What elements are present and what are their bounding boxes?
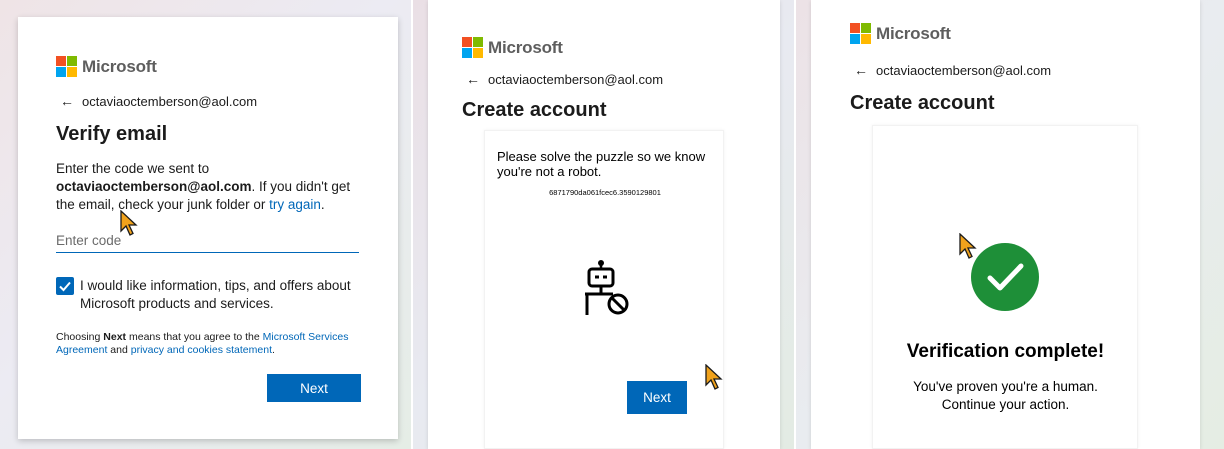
back-arrow-icon[interactable]: ←	[466, 71, 480, 87]
terms-prefix: Choosing	[56, 331, 101, 343]
puzzle-next-button[interactable]: Next	[627, 381, 687, 414]
marketing-checkbox[interactable]	[56, 277, 74, 295]
next-button[interactable]: Next	[267, 374, 361, 402]
account-email: octaviaoctemberson@aol.com	[876, 62, 1052, 78]
robot-blocked-icon	[585, 260, 629, 315]
verification-complete-card: Microsoft ← octaviaoctemberson@aol.com C…	[811, 0, 1200, 449]
terms-text: Choosing Next means that you agree to th…	[56, 331, 356, 357]
puzzle-frame: Please solve the puzzle so we know you'r…	[484, 130, 724, 449]
verification-title: Verification complete!	[906, 341, 1105, 362]
desc-email: octaviaoctemberson@aol.com	[56, 179, 252, 194]
terms-middle: means that you agree to the	[128, 331, 260, 343]
back-arrow-icon[interactable]: ←	[854, 62, 868, 78]
page-title: Create account	[462, 99, 607, 121]
logo-text: Microsoft	[876, 23, 951, 43]
marketing-checkbox-label: I would like information, tips, and offe…	[80, 278, 351, 311]
puzzle-card: Microsoft ← octaviaoctemberson@aol.com C…	[428, 0, 780, 449]
desc-end: .	[320, 197, 325, 212]
logo-text: Microsoft	[82, 56, 157, 76]
puzzle-session-id: 6871790da061fcec6.3590129801	[549, 188, 661, 197]
microsoft-logo: Microsoft	[850, 23, 951, 44]
page-title: Create account	[850, 92, 995, 114]
back-row: ← octaviaoctemberson@aol.com	[854, 62, 1051, 78]
try-again-link[interactable]: try again	[269, 197, 321, 212]
code-input[interactable]	[56, 229, 359, 253]
microsoft-logo: Microsoft	[56, 56, 157, 77]
terms-and: and	[110, 344, 128, 356]
desc-prefix: Enter the code we sent to	[56, 161, 210, 176]
account-email: octaviaoctemberson@aol.com	[82, 93, 258, 109]
back-arrow-icon[interactable]: ←	[60, 93, 74, 109]
microsoft-logo-icon	[850, 23, 871, 44]
account-email: octaviaoctemberson@aol.com	[488, 71, 664, 87]
mouse-cursor-icon	[705, 364, 723, 390]
puzzle-instruction: Please solve the puzzle so we know you'r…	[497, 149, 706, 179]
terms-next-word: Next	[103, 331, 127, 343]
verify-email-card: Microsoft ← octaviaoctemberson@aol.com V…	[18, 17, 398, 439]
microsoft-logo: Microsoft	[462, 37, 563, 58]
back-row: ← octaviaoctemberson@aol.com	[60, 93, 257, 109]
mouse-cursor-icon	[120, 210, 138, 236]
microsoft-logo-icon	[56, 56, 77, 77]
terms-end: .	[272, 344, 275, 356]
page-title: Verify email	[56, 123, 168, 145]
mouse-cursor-icon	[959, 233, 977, 259]
checkmark-icon	[59, 281, 71, 292]
privacy-statement-link[interactable]: privacy and cookies statement	[131, 344, 272, 356]
logo-text: Microsoft	[488, 37, 563, 57]
verify-description: Enter the code we sent to octaviaoctembe…	[56, 160, 366, 214]
microsoft-logo-icon	[462, 37, 483, 58]
verification-line-2: Continue your action.	[941, 397, 1070, 412]
back-row: ← octaviaoctemberson@aol.com	[466, 71, 663, 87]
checkmark-circle-icon	[971, 243, 1039, 311]
verification-line-1: You've proven you're a human.	[913, 379, 1098, 394]
